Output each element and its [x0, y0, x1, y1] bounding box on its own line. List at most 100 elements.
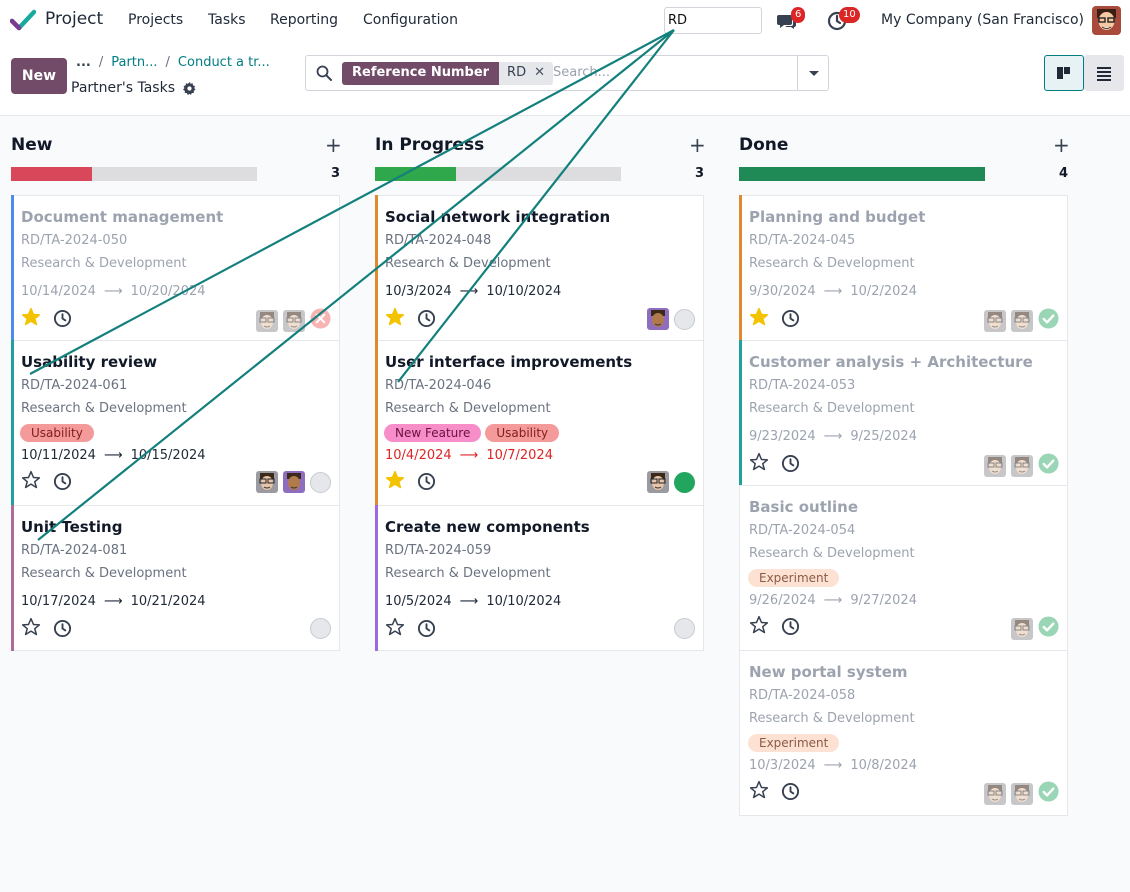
status-done-icon[interactable] [1038, 308, 1059, 333]
task-card[interactable]: Usability review RD/TA-2024-061 Research &… [11, 340, 340, 506]
star-filled-icon[interactable] [385, 307, 405, 330]
menu-projects[interactable]: Projects [128, 12, 183, 28]
facet-value-box: RD ✕ [499, 62, 553, 85]
add-task-done-button[interactable]: + [1053, 133, 1070, 157]
search-icon[interactable] [316, 65, 332, 81]
activity-clock-icon[interactable] [417, 472, 436, 495]
activity-clock-icon[interactable] [781, 617, 800, 640]
activity-clock-icon[interactable] [417, 619, 436, 642]
card-title[interactable]: Planning and budget [749, 208, 925, 226]
assignee-avatar[interactable] [1011, 782, 1033, 805]
company-switcher[interactable]: My Company (San Francisco) [881, 12, 1084, 28]
task-card[interactable]: Customer analysis + Architecture RD/TA-20… [739, 340, 1068, 486]
task-card[interactable]: Document management RD/TA-2024-050 Researc… [11, 195, 340, 341]
star-icon[interactable] [21, 617, 41, 640]
card-assignees [256, 308, 331, 333]
star-icon[interactable] [385, 617, 405, 640]
star-icon[interactable] [749, 615, 769, 638]
assignee-avatar[interactable] [984, 454, 1006, 477]
remove-facet-icon[interactable]: ✕ [534, 65, 545, 80]
arrow-right-icon: ⟶ [103, 448, 123, 463]
activity-clock-icon[interactable] [53, 619, 72, 642]
star-filled-icon[interactable] [385, 470, 405, 493]
star-filled-icon[interactable] [21, 307, 41, 330]
project-app-logo[interactable] [10, 9, 36, 31]
search-options-toggle[interactable] [797, 56, 829, 90]
column-progress-fill-done[interactable] [739, 167, 985, 181]
activity-clock-icon[interactable] [781, 309, 800, 332]
column-count-in-progress: 3 [695, 166, 705, 181]
assignee-avatar[interactable] [1011, 309, 1033, 332]
status-blocked-icon[interactable] [310, 308, 331, 333]
status-done-icon[interactable] [1038, 453, 1059, 478]
arrow-right-icon: ⟶ [103, 284, 123, 299]
task-card[interactable]: User interface improvements RD/TA-2024-04… [375, 340, 704, 506]
navbar-text-input[interactable] [664, 7, 762, 34]
task-card[interactable]: Social network integration RD/TA-2024-048… [375, 195, 704, 341]
assignee-avatar[interactable] [256, 471, 278, 493]
user-avatar[interactable] [1092, 6, 1121, 35]
card-title[interactable]: New portal system [749, 663, 908, 681]
add-task-new-button[interactable]: + [325, 133, 342, 157]
card-title[interactable]: Social network integration [385, 208, 610, 226]
card-title[interactable]: Usability review [21, 353, 157, 371]
activity-clock-icon[interactable] [53, 309, 72, 332]
card-title[interactable]: Document management [21, 208, 223, 226]
activity-clock-icon[interactable] [781, 782, 800, 805]
assignee-avatar[interactable] [1011, 617, 1033, 640]
menu-configuration[interactable]: Configuration [363, 12, 458, 28]
task-card[interactable]: Planning and budget RD/TA-2024-045 Researc… [739, 195, 1068, 341]
activity-clock-icon[interactable] [53, 472, 72, 495]
kanban-icon [1057, 67, 1070, 79]
new-button[interactable]: New [11, 58, 67, 94]
assignee-avatar[interactable] [647, 471, 669, 493]
breadcrumb-ellipsis[interactable]: ... [76, 55, 91, 70]
assignee-avatar[interactable] [1011, 454, 1033, 477]
status-ready-indicator[interactable] [674, 471, 695, 493]
breadcrumb-task[interactable]: Conduct a tr... [178, 55, 270, 70]
tag-badge: New Feature [384, 424, 482, 442]
card-reference: RD/TA-2024-058 [749, 688, 856, 703]
column-progress-fill-new[interactable] [11, 167, 93, 181]
assignee-avatar[interactable] [647, 308, 669, 330]
card-title[interactable]: Customer analysis + Architecture [749, 353, 1033, 371]
add-task-in-progress-button[interactable]: + [689, 133, 706, 157]
card-color-stripe [11, 505, 14, 651]
assignee-avatar[interactable] [283, 309, 305, 332]
search-input[interactable]: Search... [553, 65, 610, 80]
menu-reporting[interactable]: Reporting [270, 12, 338, 28]
breadcrumb-partner[interactable]: Partn... [111, 55, 157, 70]
star-icon[interactable] [749, 780, 769, 803]
card-title[interactable]: Unit Testing [21, 518, 122, 536]
star-icon[interactable] [21, 470, 41, 493]
task-card[interactable]: Create new components RD/TA-2024-059 Resea… [375, 505, 704, 651]
card-title[interactable]: Basic outline [749, 498, 858, 516]
assignee-avatar[interactable] [256, 309, 278, 332]
status-normal-indicator[interactable] [674, 308, 695, 330]
card-dates: 10/5/2024 ⟶ 10/10/2024 [385, 594, 562, 609]
activity-clock-icon[interactable] [417, 309, 436, 332]
assignee-avatar[interactable] [984, 782, 1006, 805]
task-card[interactable]: New portal system RD/TA-2024-058 Research … [739, 650, 1068, 816]
task-card[interactable]: Basic outline RD/TA-2024-054 Research & De… [739, 485, 1068, 651]
menu-tasks[interactable]: Tasks [208, 12, 246, 28]
app-name[interactable]: Project [45, 9, 103, 29]
column-progress-fill-in-progress[interactable] [375, 167, 457, 181]
card-title[interactable]: User interface improvements [385, 353, 632, 371]
kanban-view-button[interactable] [1044, 55, 1084, 91]
star-filled-icon[interactable] [749, 307, 769, 330]
assignee-avatar[interactable] [283, 471, 305, 493]
status-normal-indicator[interactable] [310, 618, 331, 639]
gear-icon[interactable] [183, 81, 197, 95]
activity-clock-icon[interactable] [781, 454, 800, 477]
status-normal-indicator[interactable] [674, 618, 695, 639]
list-view-button[interactable] [1084, 55, 1124, 91]
status-done-icon[interactable] [1038, 616, 1059, 641]
task-card[interactable]: Unit Testing RD/TA-2024-081 Research & Dev… [11, 505, 340, 651]
status-done-icon[interactable] [1038, 781, 1059, 806]
star-icon[interactable] [749, 452, 769, 475]
card-title[interactable]: Create new components [385, 518, 590, 536]
assignee-avatar[interactable] [984, 309, 1006, 332]
card-assignees [256, 471, 331, 493]
status-normal-indicator[interactable] [310, 471, 331, 493]
